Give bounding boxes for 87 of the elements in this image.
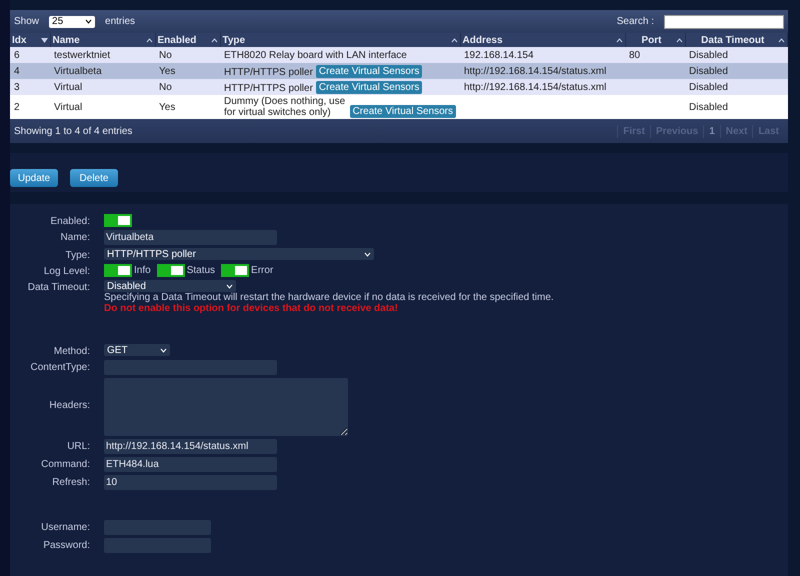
table-row[interactable]: 2 Virtual Yes Dummy (Does nothing, use for virtual switches only) Create Virtual Sensors Disabled — [10, 95, 788, 119]
select-field[interactable]: HTTP/HTTPS poller — [104, 248, 374, 260]
table-cell: Yes — [155, 95, 220, 119]
table-cell: Disabled — [685, 79, 788, 95]
column-header[interactable]: Address — [460, 33, 625, 47]
sort-icon — [210, 38, 218, 42]
create-sensors-button[interactable]: Create Virtual Sensors — [316, 64, 422, 78]
warning-text: Do not enable this option for devices that do not receive data! — [104, 303, 398, 314]
search-field[interactable] — [664, 14, 784, 28]
toggle-switch[interactable] — [156, 264, 185, 277]
toggle-label: Error — [251, 265, 274, 276]
chevron-down-icon — [364, 252, 371, 256]
table-cell: 2 — [10, 95, 50, 119]
column-header[interactable]: Idx — [10, 33, 50, 47]
chevron-down-icon — [160, 348, 167, 352]
select-field[interactable]: Disabled — [104, 280, 236, 292]
sort-icon — [676, 38, 682, 42]
type-text: HTTP/HTTPS poller — [224, 66, 313, 78]
table-cell: Virtualbeta — [50, 63, 155, 79]
input-field[interactable]: ETH484.lua — [104, 457, 277, 472]
toggle-label: Status — [186, 265, 216, 276]
delete-button[interactable]: Delete — [70, 169, 118, 187]
type-text: Dummy (Does nothing, use for virtual switches only) — [224, 96, 346, 118]
help-text: Specifying a Data Timeout will restart the hardware device if no data is received for the specified time. — [104, 292, 554, 303]
update-button[interactable]: Update — [10, 169, 58, 187]
create-sensors-button[interactable]: Create Virtual Sensors — [316, 80, 422, 94]
table-cell: testwerktniet — [50, 47, 155, 63]
sort-icon — [616, 38, 622, 42]
table-cell: Disabled — [685, 95, 788, 119]
table-cell: 4 — [10, 63, 50, 79]
sort-icon — [146, 38, 152, 42]
table-row[interactable]: 4 Virtualbeta Yes HTTP/HTTPS poller Create Virtual Sensors http://192.168.14.154/status.xml Disabled — [10, 63, 788, 79]
toggle-switch[interactable] — [221, 264, 250, 277]
table-cell: No — [155, 79, 220, 95]
sort-icon — [450, 38, 458, 42]
sort-icon — [778, 38, 785, 42]
column-header[interactable]: Data Timeout — [685, 33, 788, 47]
field-label: Name: — [60, 231, 90, 243]
headers-field[interactable] — [104, 378, 348, 436]
toggle-label: Info — [134, 265, 151, 276]
field-label: Refresh: — [51, 476, 90, 488]
field-label: Type: — [64, 249, 90, 261]
table-cell: 192.168.14.154 — [460, 47, 625, 63]
sort-down-icon — [40, 38, 48, 42]
select-field[interactable]: GET — [104, 344, 170, 356]
table-cell: Disabled — [685, 63, 788, 79]
field-label: Password: — [42, 539, 90, 551]
table-cell: http://192.168.14.154/status.xml — [460, 63, 625, 79]
create-sensors-button[interactable]: Create Virtual Sensors — [350, 105, 456, 118]
show-label: Show — [14, 16, 40, 27]
table-row[interactable]: 6 testwerktniet No ETH8020 Relay board with LAN interface 192.168.14.154 80 Disabled — [10, 47, 788, 63]
type-text: ETH8020 Relay board with LAN interface — [224, 50, 407, 60]
input-field[interactable]: Virtualbeta — [104, 230, 277, 245]
table-info: Showing 1 to 4 of 4 entries — [14, 126, 132, 136]
field-label: Headers: — [48, 399, 90, 411]
table-cell: Yes — [155, 63, 220, 79]
chevron-down-icon — [85, 19, 92, 24]
type-text: HTTP/HTTPS poller — [224, 82, 313, 94]
table-cell: 3 — [10, 79, 50, 95]
table-cell: No — [155, 47, 220, 63]
search-label: Search : — [616, 16, 654, 27]
field-label: Command: — [40, 458, 90, 470]
field-label: URL: — [66, 440, 90, 452]
field-label: Log Level: — [42, 265, 90, 277]
field-label: Method: — [52, 345, 90, 357]
entries-label: entries — [105, 16, 136, 27]
table-cell: Disabled — [685, 47, 788, 63]
table-cell: 80 — [625, 47, 685, 63]
table-cell: http://192.168.14.154/status.xml — [460, 79, 625, 95]
column-header[interactable]: Enabled — [155, 33, 220, 47]
column-header[interactable]: Port — [625, 33, 685, 47]
input-field[interactable]: 10 — [104, 475, 277, 490]
table-cell: Virtual — [50, 79, 155, 95]
input-field[interactable]: http://192.168.14.154/status.xml — [104, 439, 277, 454]
chevron-down-icon — [226, 284, 233, 288]
field-label: Data Timeout: — [26, 281, 90, 293]
column-header[interactable]: Name — [50, 33, 155, 47]
field-label: Enabled: — [50, 215, 90, 227]
page-size-select[interactable]: 25 — [49, 16, 96, 28]
table-cell: 6 — [10, 47, 50, 63]
table-row[interactable]: 3 Virtual No HTTP/HTTPS poller Create Virtual Sensors http://192.168.14.154/status.xml Disabled — [10, 79, 788, 95]
field-label: ContentType: — [30, 361, 90, 373]
table-cell: Virtual — [50, 95, 155, 119]
field-label: Username: — [40, 521, 90, 533]
toggle-switch[interactable] — [104, 264, 132, 277]
column-header[interactable]: Type — [220, 33, 460, 47]
toggle-switch[interactable] — [104, 214, 132, 227]
